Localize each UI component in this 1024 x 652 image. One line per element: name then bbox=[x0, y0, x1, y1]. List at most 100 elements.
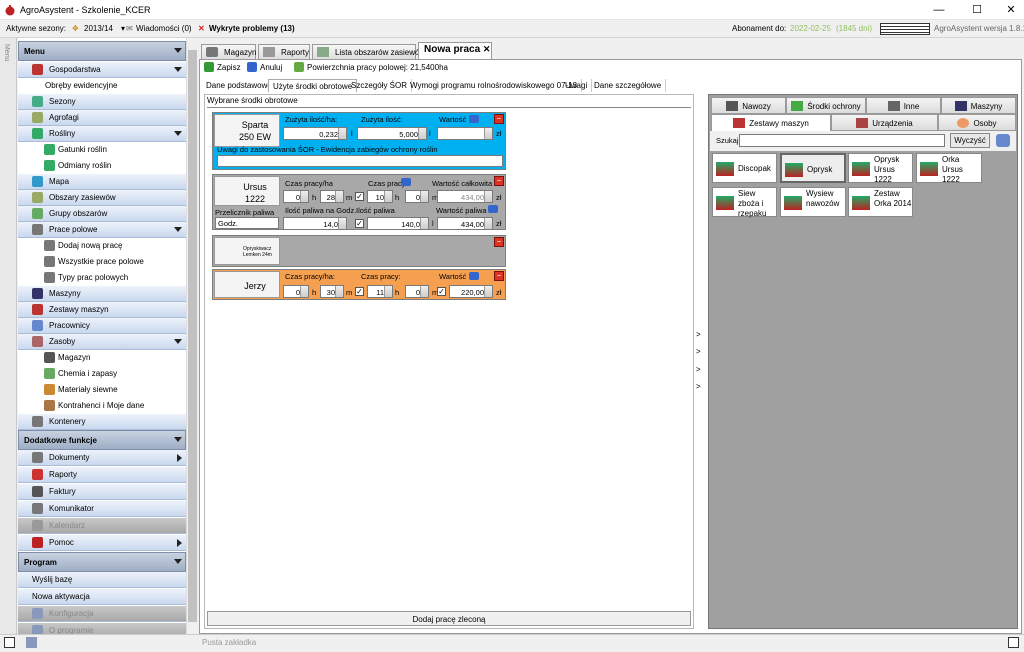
total-minutes-input[interactable]: 0 bbox=[405, 190, 429, 203]
close-button[interactable]: ✕ bbox=[994, 0, 1024, 20]
menu-header[interactable]: Menu bbox=[18, 41, 186, 61]
minutes-input[interactable]: 30 bbox=[320, 285, 344, 298]
value-input[interactable] bbox=[437, 127, 493, 140]
total-value-input[interactable]: 434,00 bbox=[437, 190, 493, 203]
tile-wysiew-nawozow[interactable]: Wysiew nawozów bbox=[780, 187, 846, 217]
menu-item[interactable]: Gospodarstwa bbox=[18, 62, 186, 78]
menu-item[interactable]: Dodaj nową pracę bbox=[18, 238, 186, 254]
cancel-button[interactable]: Anuluj bbox=[260, 63, 282, 72]
menu-item[interactable]: Obręby ewidencyjne bbox=[18, 78, 186, 94]
value-input[interactable]: 220,00 bbox=[449, 285, 493, 298]
menu-item[interactable]: O programie bbox=[18, 623, 186, 634]
menu-item[interactable]: Materiały siewne bbox=[18, 382, 186, 398]
calculate-icon[interactable] bbox=[469, 115, 479, 123]
calculate-icon[interactable] bbox=[401, 178, 411, 186]
remove-icon[interactable]: − bbox=[494, 176, 504, 186]
tab-osoby[interactable]: Osoby bbox=[938, 114, 1016, 131]
minimize-button[interactable]: — bbox=[922, 0, 956, 20]
menu-item[interactable]: Zasoby bbox=[18, 334, 186, 350]
subtab-dane-szczegolowe[interactable]: Dane szczegółowe bbox=[590, 79, 667, 92]
save-button[interactable]: Zapisz bbox=[217, 63, 241, 72]
tab-lista-obszarow[interactable]: Lista obszarów zasiewów bbox=[312, 44, 425, 60]
menu-item[interactable]: Zestawy maszyn bbox=[18, 302, 186, 318]
tile-oprysk[interactable]: Oprysk bbox=[780, 153, 846, 183]
tile-oprysk-ursus[interactable]: Oprysk Ursus 1222 bbox=[848, 153, 913, 184]
menu-item[interactable]: Kontrahenci i Moje dane bbox=[18, 398, 186, 414]
menu-item[interactable]: Agrofagi bbox=[18, 110, 186, 126]
scrollbar-thumb[interactable] bbox=[188, 50, 197, 622]
tile-discopak[interactable]: Discopak bbox=[712, 153, 777, 183]
problems-link[interactable]: Wykryte problemy (13) bbox=[209, 24, 295, 33]
menu-item[interactable]: Mapa bbox=[18, 174, 186, 190]
menu-item[interactable]: Raporty bbox=[18, 467, 186, 483]
subtab-uwagi[interactable]: Uwagi bbox=[561, 79, 593, 92]
total-minutes-input[interactable]: 0 bbox=[405, 285, 429, 298]
fuel-per-hour-input[interactable]: 14,0 bbox=[283, 217, 347, 230]
menu-item[interactable]: Obszary zasiewów bbox=[18, 190, 186, 206]
search-input[interactable] bbox=[739, 134, 945, 147]
tab-zestawy-maszyn[interactable]: Zestawy maszyn bbox=[711, 114, 831, 131]
menu-item[interactable]: Typy prac polowych bbox=[18, 270, 186, 286]
fuel-checkbox[interactable]: ✓ bbox=[355, 219, 364, 228]
tab-urzadzenia[interactable]: Urządzenia bbox=[831, 114, 938, 131]
settings-icon[interactable] bbox=[996, 134, 1010, 147]
time-checkbox[interactable]: ✓ bbox=[355, 192, 364, 201]
minutes-input[interactable]: 28 bbox=[320, 190, 344, 203]
menu-item[interactable]: Nowa aktywacja bbox=[18, 589, 186, 605]
tab-nawozy[interactable]: Nawozy bbox=[711, 97, 786, 114]
remove-icon[interactable]: − bbox=[494, 237, 504, 247]
menu-item[interactable]: Dokumenty bbox=[18, 450, 186, 466]
pin-icon[interactable] bbox=[4, 637, 15, 648]
dose-input[interactable]: 0,232 bbox=[283, 127, 347, 140]
remove-icon[interactable]: − bbox=[494, 114, 504, 124]
menu-item[interactable]: Grupy obszarów bbox=[18, 206, 186, 222]
notes-input[interactable] bbox=[217, 155, 503, 167]
menu-item[interactable]: Magazyn bbox=[18, 350, 186, 366]
menu-item[interactable]: Kontenery bbox=[18, 414, 186, 430]
tile-orka-ursus[interactable]: Orka Ursus 1222 bbox=[916, 153, 982, 184]
tab-magazyn[interactable]: Magazyn bbox=[201, 44, 256, 60]
tab-raporty[interactable]: Raporty bbox=[258, 44, 310, 60]
fuel-input[interactable]: 140,0 bbox=[367, 217, 429, 230]
menu-item[interactable]: Rośliny bbox=[18, 126, 186, 142]
menu-item[interactable]: Chemia i zapasy bbox=[18, 366, 186, 382]
menu-item[interactable]: Pomoc bbox=[18, 535, 186, 551]
menu-item[interactable]: Komunikator bbox=[18, 501, 186, 517]
messages-link[interactable]: Wiadomości (0) bbox=[136, 24, 192, 33]
layout-icon[interactable] bbox=[26, 637, 37, 648]
menu-item[interactable]: Wyślij bazę bbox=[18, 572, 186, 588]
add-outsourced-work-button[interactable]: Dodaj pracę zleconą bbox=[207, 611, 691, 626]
subtab-szczegoly-sor[interactable]: Szczegóły ŚOR bbox=[347, 79, 413, 92]
menu-item[interactable]: Faktury bbox=[18, 484, 186, 500]
menu-item[interactable]: Gatunki roślin bbox=[18, 142, 186, 158]
subtab-uzyte-srodki[interactable]: Użyte środki obrotowe bbox=[268, 79, 358, 92]
used-input[interactable]: 5,000 bbox=[357, 127, 427, 140]
menu-item[interactable]: Kalendarz bbox=[18, 518, 186, 534]
calculate-icon[interactable] bbox=[488, 205, 498, 213]
tab-nowa-praca[interactable]: Nowa praca ✕ bbox=[418, 42, 492, 59]
extra-functions-header[interactable]: Dodatkowe funkcje bbox=[18, 430, 186, 450]
fuel-value-input[interactable]: 434,00 bbox=[437, 217, 493, 230]
tile-zestaw-orka[interactable]: Zestaw Orka 2014 bbox=[848, 187, 913, 217]
hours-input[interactable]: 0 bbox=[283, 285, 309, 298]
subtab-wymogi[interactable]: Wymogi programu rolnośrodowiskowego 07-1… bbox=[406, 79, 583, 92]
arrow-icon[interactable]: > bbox=[696, 382, 701, 391]
menu-item[interactable]: Wszystkie prace polowe bbox=[18, 254, 186, 270]
program-header[interactable]: Program bbox=[18, 552, 186, 572]
calculate-icon[interactable] bbox=[469, 272, 479, 280]
season-dropdown-icon[interactable]: ▾ bbox=[121, 24, 125, 33]
arrow-icon[interactable]: > bbox=[696, 347, 701, 356]
menu-item[interactable]: Odmiany roślin bbox=[18, 158, 186, 174]
time-checkbox[interactable]: ✓ bbox=[355, 287, 364, 296]
menu-scrollbar[interactable] bbox=[186, 38, 197, 634]
tile-siew-zboza[interactable]: Siew zboża i rzepaku bbox=[712, 187, 777, 218]
arrow-icon[interactable]: > bbox=[696, 330, 701, 339]
menu-item[interactable]: Sezony bbox=[18, 94, 186, 110]
menu-item[interactable]: Konfiguracja bbox=[18, 606, 186, 622]
collapse-strip[interactable]: Menu bbox=[0, 38, 17, 636]
close-tab-icon[interactable]: ✕ bbox=[483, 44, 491, 54]
fuel-conversion-select[interactable]: Godz. bbox=[215, 217, 279, 229]
remove-icon[interactable]: − bbox=[494, 271, 504, 281]
menu-item[interactable]: Pracownicy bbox=[18, 318, 186, 334]
total-hours-input[interactable]: 11 bbox=[367, 285, 393, 298]
